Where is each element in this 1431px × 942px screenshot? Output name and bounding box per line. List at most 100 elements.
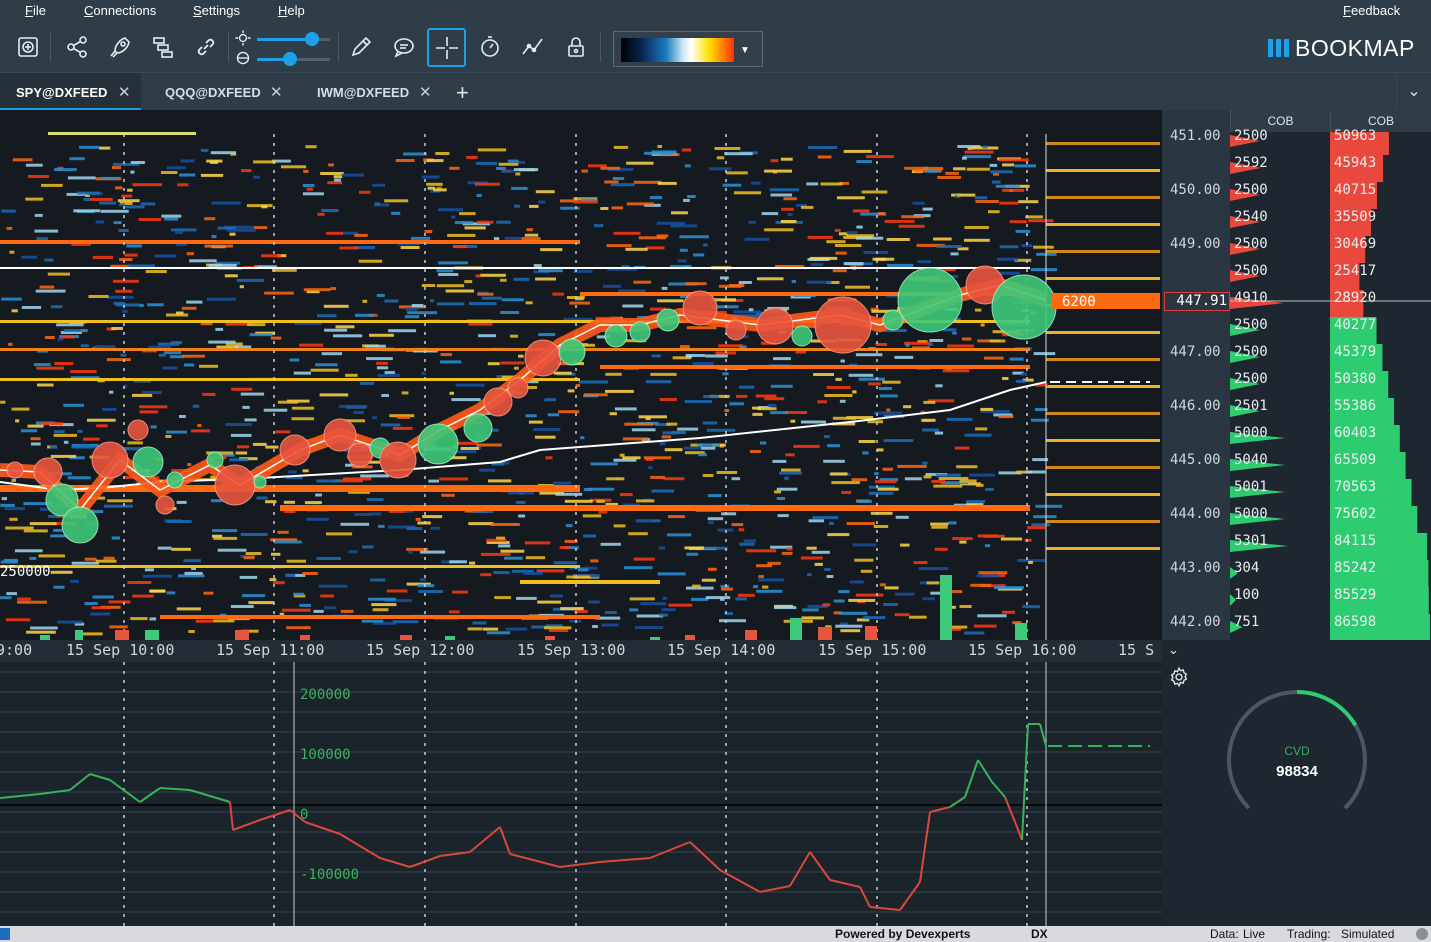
tab-iwm[interactable]: IWM@DXFEED ✕ bbox=[291, 73, 441, 111]
volume-bar bbox=[818, 627, 832, 640]
cvd-line-segment bbox=[89, 773, 111, 781]
time-axis: 9:00 15 Sep 10:00 15 Sep 11:00 15 Sep 12… bbox=[0, 640, 1162, 662]
liquidity-bar bbox=[0, 378, 580, 381]
cvd-line-segment bbox=[409, 855, 441, 868]
heatmap-chart[interactable]: 250000 6200 bbox=[0, 110, 1162, 640]
cob-value: 5040 bbox=[1234, 452, 1268, 468]
cvd-indicator-pane[interactable]: 200000 100000 0 -100000 bbox=[0, 662, 1162, 926]
brightness-slider-knob[interactable] bbox=[304, 32, 319, 46]
toolbar: ▼ BOOKMAP bbox=[0, 22, 1431, 72]
trade-bubble bbox=[558, 338, 586, 366]
cob-value: 40715 bbox=[1334, 182, 1377, 198]
cob-value: 2500 bbox=[1234, 263, 1268, 279]
order-level-line bbox=[1046, 466, 1160, 469]
trade-bubble bbox=[417, 423, 459, 465]
pencil-icon[interactable] bbox=[348, 34, 374, 60]
trade-bubble bbox=[91, 441, 129, 479]
chat-icon[interactable] bbox=[391, 34, 417, 60]
cob-value: 2500 bbox=[1234, 344, 1268, 360]
cvd-line-segment bbox=[1004, 796, 1016, 823]
contrast-slider[interactable] bbox=[257, 52, 330, 66]
cvd-line-segment bbox=[689, 841, 721, 871]
zoom-in-icon[interactable] bbox=[15, 34, 41, 60]
add-tab-button[interactable]: + bbox=[456, 80, 469, 106]
trade-bubble bbox=[897, 267, 963, 333]
cob-value: 751 bbox=[1234, 614, 1260, 630]
menu-settings[interactable]: Settings bbox=[193, 3, 240, 18]
info-icon[interactable] bbox=[0, 928, 10, 940]
tab-qqq[interactable]: QQQ@DXFEED ✕ bbox=[141, 73, 291, 111]
order-level-line bbox=[1046, 385, 1160, 388]
order-level-line bbox=[1046, 547, 1160, 550]
colormap-dropdown[interactable]: ▼ bbox=[613, 31, 763, 67]
rocket-icon[interactable] bbox=[107, 34, 133, 60]
brightness-icon bbox=[234, 29, 252, 47]
cob-value: 86598 bbox=[1334, 614, 1377, 630]
volume-scale-label: 250000 bbox=[0, 564, 51, 580]
brightness-slider-fill bbox=[257, 38, 312, 41]
indicator-icon[interactable] bbox=[520, 34, 546, 60]
toolbar-separator bbox=[228, 32, 229, 62]
close-icon[interactable]: ✕ bbox=[270, 83, 283, 101]
cob-value: 65509 bbox=[1334, 452, 1377, 468]
menu-help[interactable]: Help bbox=[278, 3, 305, 18]
time-label: 15 Sep 14:00 bbox=[667, 641, 776, 659]
chevron-down-icon: ▼ bbox=[740, 45, 750, 56]
liquidity-bar bbox=[0, 267, 1030, 269]
trade-bubble bbox=[791, 325, 813, 347]
layers-icon[interactable] bbox=[150, 34, 176, 60]
gauge-fill bbox=[1296, 690, 1358, 727]
trade-bubble bbox=[279, 434, 311, 466]
close-icon[interactable]: ✕ bbox=[118, 83, 131, 101]
contrast-icon bbox=[234, 49, 252, 67]
price-label: 445.00 bbox=[1170, 452, 1221, 468]
cob-value: 70563 bbox=[1334, 479, 1377, 495]
cob-value: 5001 bbox=[1234, 479, 1268, 495]
trade-bubble bbox=[253, 475, 267, 489]
menu-connections[interactable]: Connections bbox=[84, 3, 156, 18]
menu-file[interactable]: File bbox=[25, 3, 46, 18]
cob-value: 50380 bbox=[1334, 371, 1377, 387]
price-label: 443.00 bbox=[1170, 560, 1221, 576]
liquidity-bar bbox=[0, 240, 580, 244]
link-icon[interactable] bbox=[193, 34, 219, 60]
time-label: 9:00 bbox=[0, 641, 33, 659]
cvd-line-segment bbox=[599, 857, 651, 863]
stopwatch-icon[interactable] bbox=[477, 34, 503, 60]
cob-value: 25417 bbox=[1334, 263, 1377, 279]
feedback-link[interactable]: Feedback bbox=[1343, 3, 1400, 18]
cob-value: 55386 bbox=[1334, 398, 1377, 414]
lock-icon[interactable] bbox=[563, 34, 589, 60]
cob-value: 28920 bbox=[1334, 290, 1377, 306]
menu-bar: File Connections Settings Help Feedback bbox=[0, 0, 1431, 22]
cvd-value: 98834 bbox=[1276, 763, 1318, 780]
close-icon[interactable]: ✕ bbox=[419, 83, 432, 101]
share-icon[interactable] bbox=[64, 34, 90, 60]
crosshair-icon[interactable] bbox=[427, 28, 466, 67]
cvd-gauge bbox=[1227, 690, 1367, 810]
cvd-line-segment bbox=[789, 851, 811, 887]
gear-icon[interactable] bbox=[1168, 666, 1190, 688]
price-axis: 451.00 450.00 449.00 447.00 446.00 445.0… bbox=[1162, 110, 1230, 640]
cvd-line-segment bbox=[809, 851, 831, 881]
price-label: 444.00 bbox=[1170, 506, 1221, 522]
cob-value: 75602 bbox=[1334, 506, 1377, 522]
cvd-line-segment bbox=[977, 759, 993, 783]
trade-bubble bbox=[132, 446, 164, 478]
brightness-slider[interactable] bbox=[257, 32, 330, 46]
tab-menu-chevron-icon[interactable]: ⌄ bbox=[1396, 73, 1431, 111]
tab-spy[interactable]: SPY@DXFEED ✕ bbox=[0, 73, 141, 111]
trade-bubble bbox=[155, 495, 175, 515]
data-status-value: Live bbox=[1243, 927, 1266, 941]
cob-value: 2500 bbox=[1234, 236, 1268, 252]
cvd-axis-label: -100000 bbox=[300, 867, 359, 883]
volume-bar bbox=[145, 630, 159, 640]
time-label: 15 Sep 15:00 bbox=[818, 641, 927, 659]
contrast-slider-knob[interactable] bbox=[282, 52, 297, 66]
volume-bar bbox=[235, 630, 249, 640]
cob-value: 2500 bbox=[1234, 182, 1268, 198]
collapse-chevron-icon[interactable]: ⌄ bbox=[1168, 642, 1179, 658]
toolbar-separator bbox=[600, 32, 601, 62]
provider-label: DX bbox=[1031, 927, 1048, 941]
volume-bar bbox=[790, 618, 802, 640]
